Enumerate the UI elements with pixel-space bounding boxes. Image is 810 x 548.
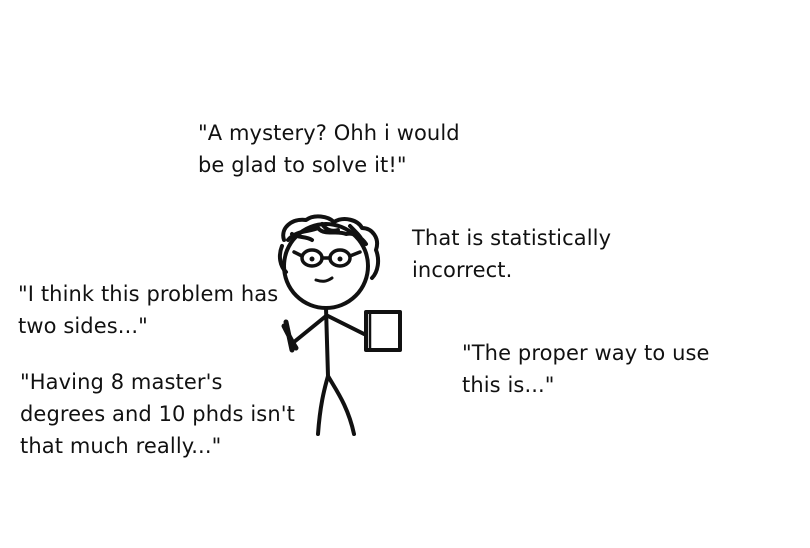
quote-mystery: "A mystery? Ohh i would be glad to solve… xyxy=(198,121,460,177)
head-icon xyxy=(282,222,370,310)
quote-two-sides: "I think this problem has two sides..." xyxy=(18,282,279,338)
mouth-icon xyxy=(314,276,334,283)
right-leg-icon xyxy=(326,374,356,436)
left-hand-object-icon xyxy=(281,319,299,353)
left-leg-icon xyxy=(316,374,330,436)
right-arm-icon xyxy=(326,314,366,336)
left-arm-icon xyxy=(292,314,328,344)
stick-figure-icon xyxy=(277,214,402,436)
quote-degrees: "Having 8 master's degrees and 10 phds i… xyxy=(20,370,295,458)
quote-proper-way: "The proper way to use this is..." xyxy=(462,341,710,397)
quote-statistically-incorrect: That is statistically incorrect. xyxy=(412,226,612,282)
glasses-icon xyxy=(292,248,362,268)
